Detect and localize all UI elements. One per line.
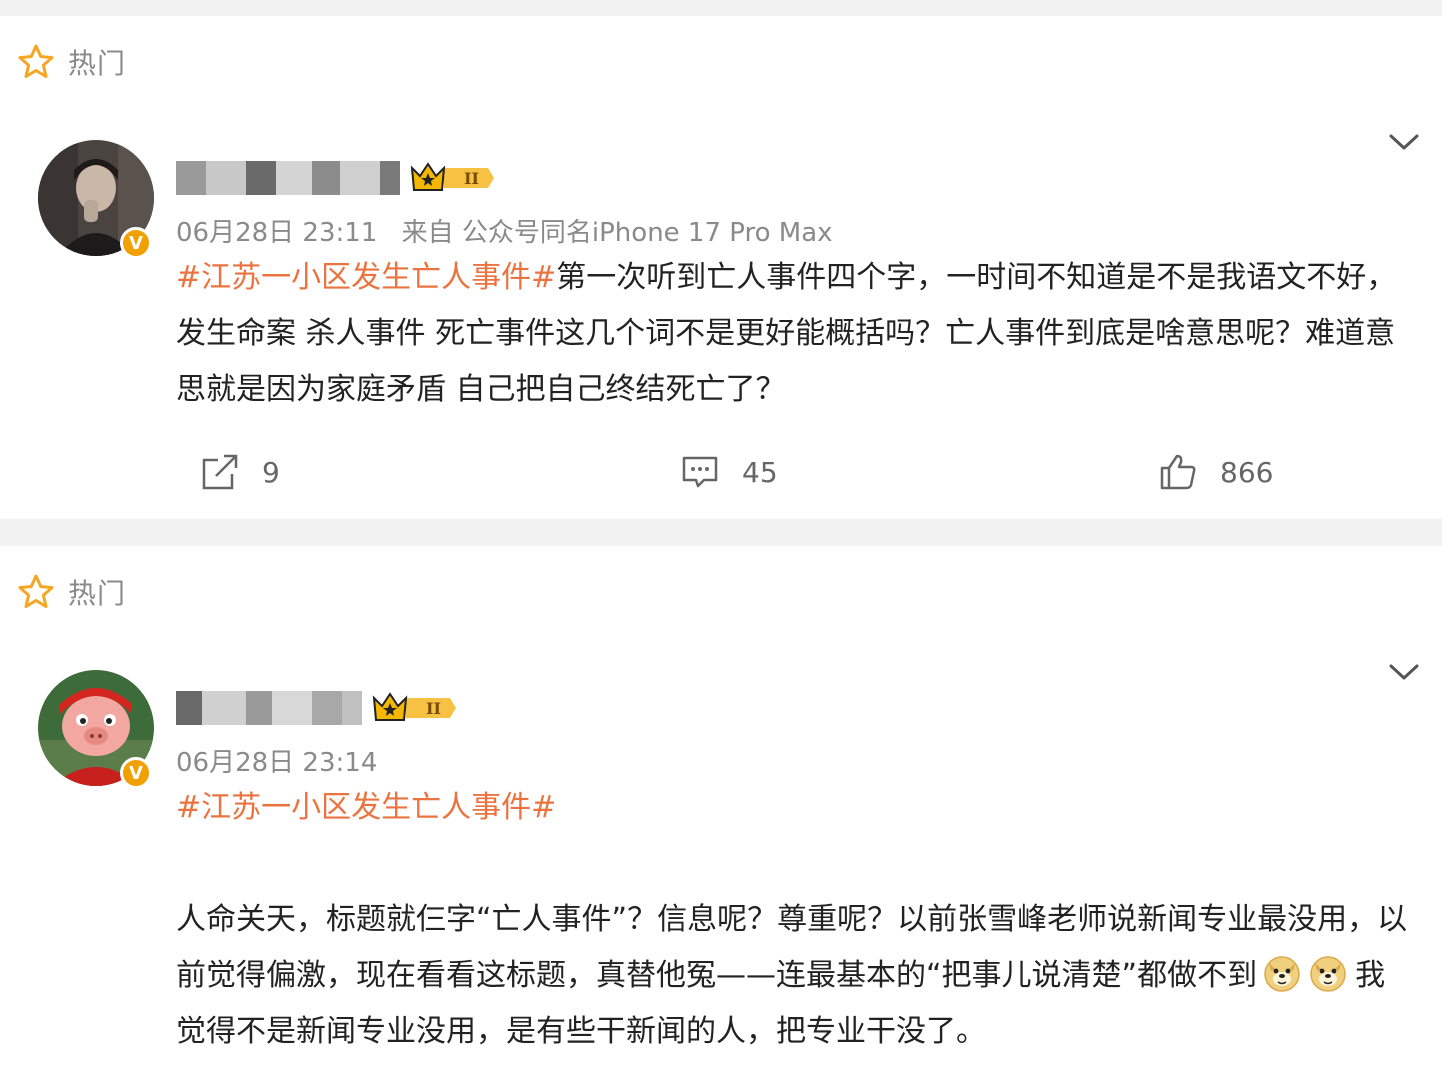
vip-crown-badge-icon: II bbox=[372, 692, 456, 721]
repost-button[interactable]: 9 bbox=[200, 452, 280, 492]
post-card: 热门 V II bbox=[0, 546, 1442, 1072]
svg-text:II: II bbox=[464, 169, 479, 188]
comment-icon bbox=[682, 456, 718, 488]
blurred-name bbox=[176, 691, 362, 725]
post-content: #江苏一小区发生亡人事件#第一次听到亡人事件四个字，一时间不知道是不是我语文不好… bbox=[176, 250, 1412, 418]
post-date: 06月28日 23:11 bbox=[176, 218, 378, 248]
chevron-down-icon[interactable] bbox=[1388, 132, 1420, 154]
post-meta: 06月28日 23:14 bbox=[176, 742, 377, 779]
hot-section-header: 热门 bbox=[16, 570, 126, 614]
thumbs-up-icon bbox=[1160, 454, 1196, 490]
verified-badge-icon: V bbox=[120, 227, 152, 259]
blurred-name bbox=[176, 161, 400, 195]
hashtag-link[interactable]: #江苏一小区发生亡人事件# bbox=[176, 790, 556, 825]
post-hashtag-line: #江苏一小区发生亡人事件# bbox=[176, 780, 1412, 836]
post-content: 人命关天，标题就仨字“亡人事件”？信息呢？尊重呢？以前张雪峰老师说新闻专业最没用… bbox=[176, 892, 1412, 1060]
post-body: 人命关天，标题就仨字“亡人事件”？信息呢？尊重呢？以前张雪峰老师说新闻专业最没用… bbox=[176, 902, 1408, 993]
chevron-down-icon[interactable] bbox=[1388, 662, 1420, 684]
star-icon bbox=[18, 44, 54, 78]
svg-text:II: II bbox=[426, 699, 441, 718]
repost-count: 9 bbox=[262, 455, 280, 489]
like-button[interactable]: 866 bbox=[1158, 452, 1273, 492]
repost-icon bbox=[202, 454, 238, 490]
post-source: 来自 公众号同名iPhone 17 Pro Max bbox=[401, 218, 833, 248]
hot-section-header: 热门 bbox=[16, 40, 126, 84]
post-date: 06月28日 23:14 bbox=[176, 748, 378, 778]
comment-count: 45 bbox=[742, 455, 778, 489]
post-card: 热门 V II bbox=[0, 16, 1442, 519]
username-blurred[interactable]: II bbox=[176, 688, 458, 728]
comment-button[interactable]: 45 bbox=[680, 452, 778, 492]
post-meta: 06月28日 23:11 来自 公众号同名iPhone 17 Pro Max bbox=[176, 212, 833, 249]
hot-label: 热门 bbox=[68, 47, 127, 80]
star-icon bbox=[18, 574, 54, 608]
doge-emoji-icon bbox=[1310, 956, 1346, 992]
vip-crown-badge-icon: II bbox=[410, 162, 494, 191]
verified-badge-icon: V bbox=[120, 757, 152, 789]
like-count: 866 bbox=[1220, 455, 1274, 489]
hashtag-link[interactable]: #江苏一小区发生亡人事件# bbox=[176, 260, 556, 295]
hot-label: 热门 bbox=[68, 577, 127, 610]
username-blurred[interactable]: II bbox=[176, 158, 496, 198]
doge-emoji-icon bbox=[1264, 956, 1300, 992]
